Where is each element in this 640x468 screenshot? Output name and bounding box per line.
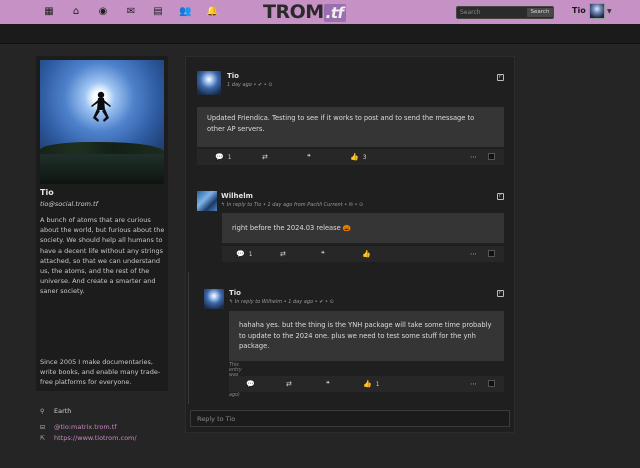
calendar-icon[interactable]: ▤ <box>152 6 164 18</box>
profile-sidebar: Tio tio@social.trom.tf A bunch of atoms … <box>36 56 168 442</box>
thumbs-up-icon: 👍 <box>362 250 371 258</box>
thumbs-up-icon: 👍 <box>363 380 372 388</box>
thumbs-up-icon: 👍 <box>350 153 359 161</box>
mail-icon[interactable]: ✉ <box>125 6 137 18</box>
like-button[interactable]: 👍 1 <box>363 380 380 389</box>
reply-box <box>190 410 510 427</box>
quote-button[interactable]: ❝ <box>321 250 325 258</box>
community-icon[interactable]: ◉ <box>97 6 109 18</box>
post-author[interactable]: Tio <box>227 72 239 80</box>
network-icon: F <box>497 193 504 200</box>
network-icon: F <box>497 74 504 81</box>
select-checkbox[interactable] <box>488 250 495 257</box>
avatar[interactable] <box>204 289 224 309</box>
post-actions: 💬 ⇄ ❝ 👍 1 ⋯ <box>229 376 504 392</box>
retweet-icon: ⇄ <box>262 153 268 161</box>
ellipsis-icon: ⋯ <box>470 380 477 388</box>
avatar[interactable] <box>197 191 217 211</box>
ellipsis-icon: ⋯ <box>470 250 477 258</box>
retweet-icon: ⇄ <box>286 380 292 388</box>
search-input[interactable] <box>460 7 520 18</box>
search-form: Search <box>456 6 554 19</box>
avatar[interactable] <box>197 71 221 95</box>
site-logo[interactable]: TROM .tf <box>263 1 346 23</box>
comment-icon: 💬 <box>236 250 245 258</box>
external-link-icon: ⇱ <box>40 435 46 442</box>
quote-button[interactable]: ❝ <box>307 153 311 161</box>
comment-icon: 💬 <box>246 380 255 388</box>
profile-matrix: ⊟ @tio:matrix.trom.tf <box>40 423 117 431</box>
bell-icon[interactable]: 🔔 <box>206 6 218 18</box>
chevron-down-icon[interactable]: ▼ <box>607 8 612 15</box>
reply-input[interactable] <box>197 414 497 424</box>
secondary-bar <box>0 24 640 44</box>
website-link[interactable]: https://www.tiotrom.com/ <box>54 434 137 442</box>
like-button[interactable]: 👍 3 <box>350 153 367 162</box>
comment-button[interactable]: 💬 1 <box>236 250 253 259</box>
user-avatar[interactable] <box>589 3 605 19</box>
more-options-button[interactable]: ⋯ <box>470 250 477 258</box>
post-body: Updated Friendica. Testing to see if it … <box>197 107 504 147</box>
comment-icon: 💬 <box>215 153 224 161</box>
network-icon: F <box>497 290 504 297</box>
top-navbar: ▦ ⌂ ◉ ✉ ▤ 👥 🔔 TROM.tf Search Tio ▼ <box>0 0 640 24</box>
post-actions: 💬 1 ⇄ ❝ 👍 ⋯ <box>222 246 504 262</box>
post-meta: ↰ In reply to Wilhelm • 1 day ago • ✔ • … <box>229 299 334 305</box>
post-meta: ↰ In reply to Tio • 1 day ago from Pachl… <box>221 202 364 208</box>
user-menu-name[interactable]: Tio <box>572 6 586 15</box>
matrix-link[interactable]: @tio:matrix.trom.tf <box>54 423 117 431</box>
grid-icon[interactable]: ▦ <box>43 6 55 18</box>
post-author[interactable]: Wilhelm <box>221 192 253 200</box>
retweet-icon: ⇄ <box>280 250 286 258</box>
thread-indent-line <box>188 272 189 404</box>
ellipsis-icon: ⋯ <box>470 153 477 161</box>
photo-ground <box>40 154 164 184</box>
share-button[interactable]: ⇄ <box>262 153 268 161</box>
quote-icon: ❝ <box>321 250 325 258</box>
select-checkbox[interactable] <box>488 153 495 160</box>
comment-button[interactable]: 💬 1 <box>215 153 232 162</box>
quote-icon: ❝ <box>326 380 330 388</box>
post-body: hahaha yes. but the thing is the YNH pac… <box>229 311 504 361</box>
profile-handle: tio@social.trom.tf <box>40 200 98 208</box>
profile-name: Tio <box>40 188 54 197</box>
matrix-icon: ⊟ <box>40 424 46 431</box>
profile-website: ⇱ https://www.tiotrom.com/ <box>40 434 137 442</box>
comment-button[interactable]: 💬 <box>246 380 255 388</box>
quote-icon: ❝ <box>307 153 311 161</box>
more-options-button[interactable]: ⋯ <box>470 153 477 161</box>
more-options-button[interactable]: ⋯ <box>470 380 477 388</box>
profile-location: ⚲ Earth <box>40 407 72 415</box>
people-icon[interactable]: 👥 <box>179 6 191 18</box>
post-body: right before the 2024.03 release 🎃 <box>222 213 504 243</box>
post-actions: 💬 1 ⇄ ❝ 👍 3 ⋯ <box>197 149 504 165</box>
select-checkbox[interactable] <box>488 380 495 387</box>
quote-button[interactable]: ❝ <box>326 380 330 388</box>
jumping-person-silhouette <box>91 91 111 122</box>
home-icon[interactable]: ⌂ <box>70 6 82 18</box>
map-marker-icon: ⚲ <box>40 408 45 415</box>
share-button[interactable]: ⇄ <box>280 250 286 258</box>
profile-bio: A bunch of atoms that are curious about … <box>40 216 165 296</box>
profile-photo[interactable] <box>40 60 164 184</box>
logo-text: TROM <box>263 1 324 23</box>
search-button[interactable]: Search <box>527 8 553 17</box>
profile-bio-2: Since 2005 I make documentaries, write b… <box>40 358 161 387</box>
post-author[interactable]: Tio <box>229 289 241 297</box>
like-button[interactable]: 👍 <box>362 250 371 258</box>
post-meta: 1 day ago • ✔ • ⊙ <box>227 82 273 88</box>
share-button[interactable]: ⇄ <box>286 380 292 388</box>
logo-tf: .tf <box>323 4 346 22</box>
